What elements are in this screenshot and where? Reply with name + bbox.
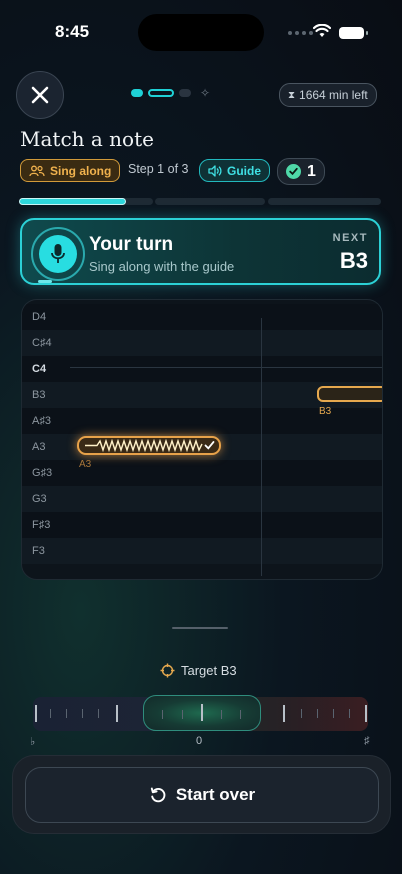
lesson-progress-dots: ✧ xyxy=(131,86,211,100)
target-label: Target B3 xyxy=(181,663,237,678)
signal-icon xyxy=(288,31,313,35)
speaker-icon xyxy=(208,164,222,177)
battery-icon xyxy=(339,27,368,39)
progress-dot-current xyxy=(148,89,174,97)
sing-along-label: Sing along xyxy=(50,163,112,178)
wifi-icon xyxy=(313,24,331,37)
sung-note-label: A3 xyxy=(79,459,92,470)
turn-subtitle: Sing along with the guide xyxy=(89,259,235,274)
your-turn-card: Your turn Sing along with the guide NEXT… xyxy=(20,218,381,285)
note-label-g3: G3 xyxy=(32,493,47,505)
note-row xyxy=(22,304,382,330)
next-note: B3 xyxy=(339,248,368,273)
time-remaining-text: 1664 min left xyxy=(299,88,368,102)
step-progress-fill xyxy=(19,198,127,205)
correct-count-badge: 1 xyxy=(277,158,325,185)
note-row xyxy=(22,538,382,564)
note-row xyxy=(22,330,382,356)
dynamic-island xyxy=(138,14,264,51)
tuner-tick xyxy=(66,709,67,718)
tuner-tick xyxy=(35,705,37,722)
time-remaining-badge: ⧗ 1664 min left xyxy=(279,83,377,107)
playhead xyxy=(261,318,262,576)
tuner-tick xyxy=(365,705,367,722)
step-progress-segment-2 xyxy=(155,198,265,205)
start-over-label: Start over xyxy=(175,785,256,804)
note-label-a3: A3 xyxy=(32,441,46,453)
hourglass-icon: ⧗ xyxy=(288,89,296,101)
tuner-tick xyxy=(98,709,99,718)
tuner-target-window xyxy=(143,695,261,731)
note-label-f3: F3 xyxy=(32,545,45,557)
pitch-tuner xyxy=(33,695,368,731)
tuner-tick xyxy=(240,710,241,719)
note-row xyxy=(22,486,382,512)
pitch-trace xyxy=(85,438,203,453)
step-indicator: Step 1 of 3 xyxy=(128,162,189,176)
note-row xyxy=(22,512,382,538)
flat-label: ♭ xyxy=(30,736,36,748)
tuner-tick xyxy=(333,709,334,718)
tuner-tick xyxy=(349,709,350,718)
tuner-tick xyxy=(301,709,302,718)
tuner-tick xyxy=(182,710,183,719)
guide-toggle[interactable]: Guide xyxy=(199,159,271,182)
tuner-tick xyxy=(317,709,318,718)
tuner-tick xyxy=(283,705,285,722)
group-singing-icon xyxy=(29,165,45,176)
note-label-cs4: C♯4 xyxy=(32,337,52,349)
tuner-tick xyxy=(221,710,222,719)
note-label-fs3: F♯3 xyxy=(32,519,51,531)
note-label-d4: D4 xyxy=(32,311,47,323)
target-indicator: Target B3 xyxy=(160,663,237,678)
crosshair-icon xyxy=(160,663,175,678)
guide-label: Guide xyxy=(227,163,262,178)
checkmark-icon xyxy=(204,441,215,450)
sharp-label: ♯ xyxy=(364,735,370,747)
note-label-c4: C4 xyxy=(32,363,47,375)
note-label-as3: A♯3 xyxy=(32,415,51,427)
note-label-b3: B3 xyxy=(32,389,46,401)
step-progress-segment-3 xyxy=(268,198,381,205)
target-note-label: B3 xyxy=(319,406,332,417)
start-over-button[interactable]: Start over xyxy=(25,767,379,823)
tuner-tick xyxy=(162,710,163,719)
tuner-center-mark xyxy=(201,704,203,721)
close-button[interactable] xyxy=(16,71,64,119)
sing-along-chip[interactable]: Sing along xyxy=(20,159,121,182)
note-row xyxy=(22,460,382,486)
note-label-gs3: G♯3 xyxy=(32,467,53,479)
microphone-icon xyxy=(51,244,65,263)
correct-count: 1 xyxy=(307,162,316,180)
next-label: NEXT xyxy=(332,232,368,244)
turn-level-indicator xyxy=(38,280,52,283)
target-note-bar xyxy=(317,386,382,402)
drag-handle[interactable] xyxy=(172,627,228,629)
close-icon xyxy=(31,86,49,104)
tuner-tick xyxy=(82,709,83,718)
step-progress-segment-1 xyxy=(19,198,153,205)
restart-icon xyxy=(150,787,166,803)
turn-title: Your turn xyxy=(89,234,174,255)
piano-roll: D4 C♯4 C4 B3 A♯3 A3 G♯3 G3 F♯3 F3 A3 B3 xyxy=(21,299,383,580)
page-title: Match a note xyxy=(20,127,154,151)
progress-dot-done xyxy=(131,89,143,97)
check-icon xyxy=(286,164,301,179)
tuner-tick xyxy=(116,705,118,722)
sparkle-icon: ✧ xyxy=(200,86,211,100)
sung-note-bar xyxy=(77,436,221,455)
mic-button[interactable] xyxy=(31,227,85,281)
progress-dot-pending xyxy=(179,89,191,97)
zero-label: 0 xyxy=(196,735,203,747)
status-time: 8:45 xyxy=(55,22,90,41)
octave-line xyxy=(70,367,382,368)
tuner-tick xyxy=(50,709,51,718)
note-row xyxy=(22,356,382,382)
